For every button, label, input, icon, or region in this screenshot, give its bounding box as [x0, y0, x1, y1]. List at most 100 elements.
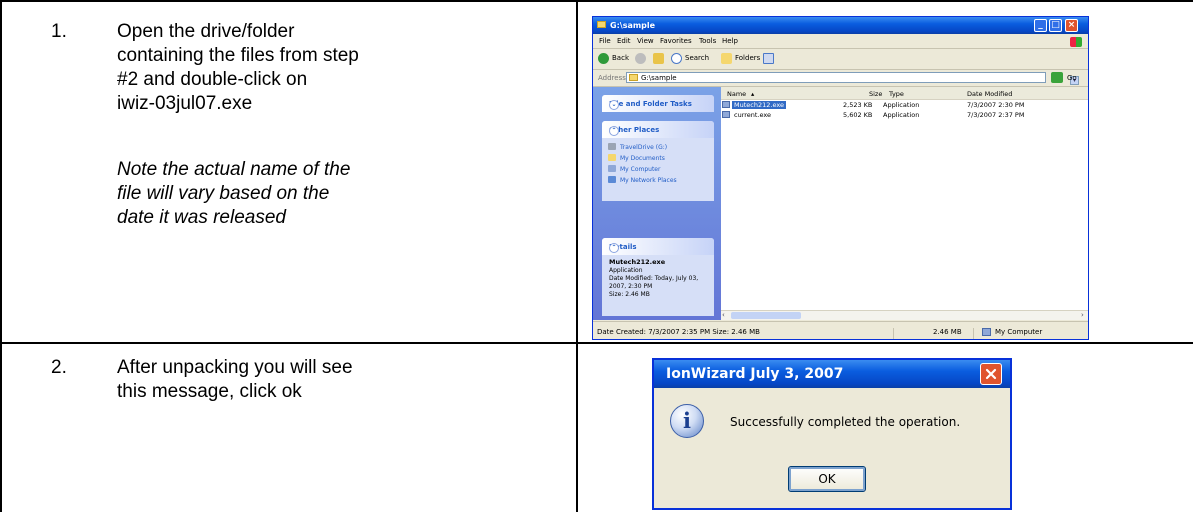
views-icon[interactable]: [763, 53, 774, 64]
documents-icon: [608, 154, 616, 161]
maximize-icon[interactable]: □: [1049, 19, 1062, 32]
address-label: Address: [598, 74, 626, 82]
place-traveldrive[interactable]: TravelDrive (G:): [602, 142, 714, 153]
step-text: Open the drive/folder containing the fil…: [117, 20, 359, 230]
file-size: 5,602 KB: [843, 111, 873, 119]
chevron-up-icon[interactable]: ⌃: [609, 243, 619, 253]
exe-icon: [722, 101, 730, 108]
file-type: Application: [883, 101, 920, 109]
horizontal-scrollbar[interactable]: ‹ ›: [721, 310, 1088, 320]
col-name[interactable]: Name: [727, 90, 746, 98]
search-button[interactable]: Search: [685, 54, 709, 62]
details-name: Mutech212.exe: [609, 258, 666, 266]
chevron-down-icon[interactable]: ⌄: [609, 100, 619, 110]
note-line: date it was released: [117, 207, 286, 228]
file-row[interactable]: Mutech212.exe 2,523 KB Application 7/3/2…: [721, 100, 1088, 110]
menu-file[interactable]: File: [599, 37, 611, 45]
status-divider: [973, 328, 974, 339]
status-details: Date Created: 7/3/2007 2:35 PM Size: 2.4…: [597, 328, 760, 336]
folders-icon[interactable]: [721, 53, 732, 64]
step-line: After unpacking you will see: [117, 357, 353, 378]
minimize-icon[interactable]: _: [1034, 19, 1047, 32]
search-icon[interactable]: [671, 53, 682, 64]
file-size: 2,523 KB: [843, 101, 873, 109]
note-line: Note the actual name of the: [117, 159, 351, 180]
scroll-right-icon[interactable]: ›: [1081, 311, 1084, 319]
explorer-title: G:\sample: [610, 21, 656, 30]
step-2: 2. After unpacking you will see this mes…: [51, 356, 551, 416]
info-icon: i: [670, 404, 704, 438]
step-line: iwiz-03jul07.exe: [117, 93, 253, 114]
sort-arrow-icon: ▴: [751, 90, 755, 98]
network-icon: [608, 176, 616, 183]
panel-header[interactable]: Other Places ⌃: [602, 121, 714, 138]
step-text: After unpacking you will see this messag…: [117, 356, 353, 404]
step-line: this message, click ok: [117, 381, 302, 402]
place-my-documents[interactable]: My Documents: [602, 153, 714, 164]
dialog-title: IonWizard July 3, 2007: [666, 366, 844, 382]
place-my-computer[interactable]: My Computer: [602, 164, 714, 175]
go-button[interactable]: Go: [1067, 74, 1077, 82]
back-arrow-icon[interactable]: [598, 53, 609, 64]
explorer-title-bar[interactable]: G:\sample _ □ ×: [593, 17, 1088, 34]
status-bar: Date Created: 7/3/2007 2:35 PM Size: 2.4…: [593, 321, 1088, 339]
scroll-thumb[interactable]: [731, 312, 801, 319]
go-arrow-icon[interactable]: [1051, 72, 1063, 83]
place-my-network[interactable]: My Network Places: [602, 175, 714, 186]
address-input[interactable]: G:\sample ▾: [626, 72, 1079, 85]
folder-icon: [597, 21, 606, 28]
table-row-divider: [0, 342, 1193, 344]
status-size: 2.46 MB: [933, 328, 962, 336]
column-headers: Name ▴ Size Type Date Modified: [721, 87, 1088, 100]
dialog-message: Successfully completed the operation.: [730, 415, 961, 429]
menu-bar: File Edit View Favorites Tools Help: [593, 34, 1088, 49]
other-places-panel: Other Places ⌃ TravelDrive (G:) My Docum…: [602, 121, 714, 201]
col-type[interactable]: Type: [889, 90, 904, 98]
table-left-border: [0, 0, 2, 512]
menu-help[interactable]: Help: [722, 37, 738, 45]
task-pane: File and Folder Tasks ⌄ Other Places ⌃ T…: [593, 87, 721, 320]
details-type: Application: [609, 267, 643, 274]
menu-favorites[interactable]: Favorites: [660, 37, 692, 45]
message-dialog: IonWizard July 3, 2007 i Successfully co…: [652, 358, 1012, 510]
table-col-divider: [576, 0, 578, 512]
windows-flag-icon: [1070, 37, 1082, 47]
step-number: 2.: [51, 357, 67, 378]
note-line: file will vary based on the: [117, 183, 330, 204]
explorer-window: G:\sample _ □ × File Edit View Favorites…: [592, 16, 1089, 340]
file-folder-tasks-panel: File and Folder Tasks ⌄: [602, 95, 714, 112]
file-type: Application: [883, 111, 920, 119]
menu-edit[interactable]: Edit: [617, 37, 631, 45]
forward-arrow-icon[interactable]: [635, 53, 646, 64]
file-name: Mutech212.exe: [732, 101, 786, 109]
panel-header[interactable]: File and Folder Tasks ⌄: [602, 95, 714, 112]
col-size[interactable]: Size: [869, 90, 882, 98]
scroll-left-icon[interactable]: ‹: [722, 311, 725, 319]
status-zone: My Computer: [995, 328, 1043, 336]
step-line: #2 and double-click on: [117, 69, 308, 90]
drive-icon: [608, 143, 616, 150]
col-modified[interactable]: Date Modified: [967, 90, 1012, 98]
details-modified: Date Modified: Today, July 03, 2007, 2:3…: [609, 275, 699, 290]
chevron-up-icon[interactable]: ⌃: [609, 126, 619, 136]
panel-header[interactable]: Details ⌃: [602, 238, 714, 255]
close-icon[interactable]: ×: [1065, 19, 1078, 32]
toolbar: Back Search Folders: [593, 49, 1088, 70]
address-bar: Address G:\sample ▾ Go: [593, 70, 1088, 87]
menu-view[interactable]: View: [637, 37, 654, 45]
address-path: G:\sample: [641, 74, 677, 82]
back-button[interactable]: Back: [612, 54, 629, 62]
file-row[interactable]: current.exe 5,602 KB Application 7/3/200…: [721, 110, 1088, 120]
dialog-title-bar[interactable]: IonWizard July 3, 2007: [654, 360, 1010, 388]
folder-icon: [629, 74, 638, 81]
ok-button[interactable]: OK: [788, 466, 866, 492]
folders-button[interactable]: Folders: [735, 54, 760, 62]
step-1: 1. Open the drive/folder containing the …: [51, 20, 551, 320]
menu-tools[interactable]: Tools: [699, 37, 716, 45]
details-body: Mutech212.exe Application Date Modified:…: [602, 255, 714, 302]
up-folder-icon[interactable]: [653, 53, 664, 64]
close-icon[interactable]: [980, 363, 1002, 385]
file-modified: 7/3/2007 2:30 PM: [967, 101, 1025, 109]
exe-icon: [722, 111, 730, 118]
step-line: Open the drive/folder: [117, 21, 295, 42]
